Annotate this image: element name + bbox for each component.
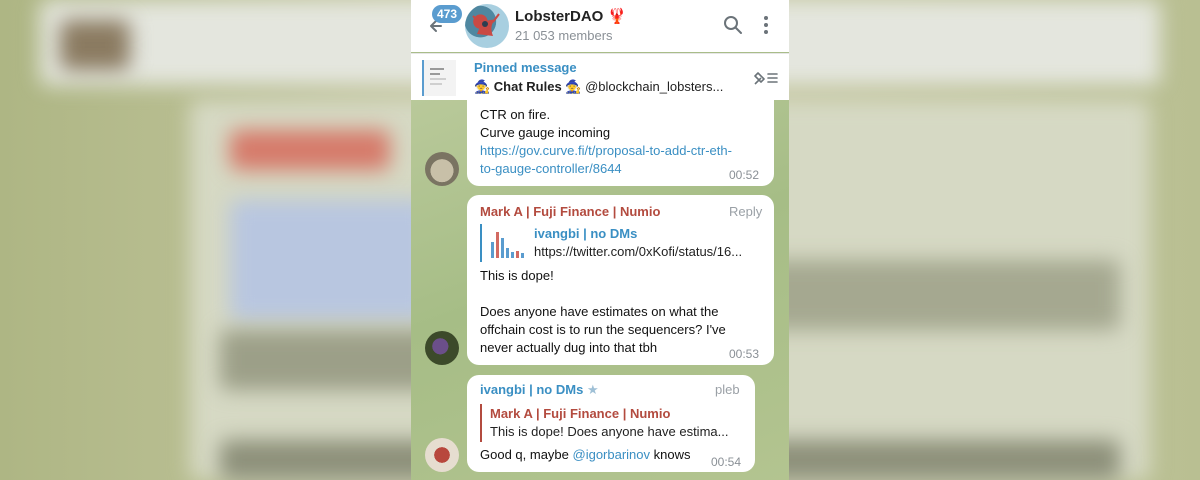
pinned-text: 🧙 Chat Rules 🧙 @blockchain_lobsters... (474, 79, 724, 94)
pinned-thumbnail (422, 60, 456, 96)
quote-text: https://twitter.com/0xKofi/status/16... (534, 244, 743, 259)
message-time: 00:52 (729, 168, 760, 182)
user-avatar[interactable] (425, 438, 459, 472)
message-link[interactable]: to-gauge-controller/8644 (480, 160, 622, 178)
message-time: 00:54 (711, 455, 742, 469)
reply-label[interactable]: Reply (729, 203, 762, 221)
message-bubble[interactable]: CTR on fire. Curve gauge incoming https:… (467, 100, 774, 186)
quote-text: This is dope! Does anyone have estima... (490, 424, 729, 439)
chat-title[interactable]: LobsterDAO 🦞 (515, 7, 626, 25)
sender-name[interactable]: Mark A | Fuji Finance | Numio (480, 203, 660, 221)
unread-count-badge: 473 (432, 5, 463, 23)
search-icon[interactable] (722, 14, 744, 36)
message-text: CTR on fire. (480, 107, 551, 122)
pinned-list-icon[interactable] (751, 68, 779, 88)
message-text: never actually dug into that tbh (480, 340, 658, 355)
quote-author: Mark A | Fuji Finance | Numio (490, 406, 671, 421)
member-count: 21 053 members (515, 28, 613, 43)
user-mention[interactable]: @igorbarinov (573, 447, 651, 462)
sender-name[interactable]: ivangbi | no DMs ★ (480, 381, 599, 399)
pinned-message-bar[interactable]: Pinned message 🧙 Chat Rules 🧙 @blockchai… (411, 53, 789, 100)
message-link[interactable]: https://gov.curve.fi/t/proposal-to-add-c… (480, 142, 732, 160)
reply-quote[interactable]: Mark A | Fuji Finance | Numio This is do… (480, 404, 742, 442)
message-bubble[interactable]: ivangbi | no DMs ★ pleb Mark A | Fuji Fi… (467, 375, 755, 472)
message-time: 00:53 (729, 347, 760, 361)
chat-header: 473 LobsterDAO 🦞 21 053 members (411, 0, 789, 52)
message-text: offchain cost is to run the sequencers? … (480, 322, 726, 337)
message-text: Curve gauge incoming (480, 125, 611, 140)
telegram-chat-window: 473 LobsterDAO 🦞 21 053 members Pinned m… (411, 0, 789, 480)
star-icon: ★ (586, 382, 599, 397)
group-avatar[interactable] (465, 4, 509, 48)
message-text: Good q, maybe @igorbarinov knows (480, 447, 691, 462)
quote-author: ivangbi | no DMs (534, 226, 638, 241)
reply-quote[interactable]: ivangbi | no DMs https://twitter.com/0xK… (480, 224, 762, 262)
pinned-label: Pinned message (474, 60, 577, 75)
message-text: This is dope! (480, 268, 554, 283)
message-bubble[interactable]: Mark A | Fuji Finance | Numio Reply ivan… (467, 195, 774, 365)
chart-thumbnail (488, 228, 526, 262)
message-text: Does anyone have estimates on what the (480, 304, 719, 319)
user-avatar[interactable] (425, 152, 459, 186)
member-role: pleb (715, 382, 740, 397)
user-avatar[interactable] (425, 331, 459, 365)
more-menu-icon[interactable] (758, 14, 774, 36)
